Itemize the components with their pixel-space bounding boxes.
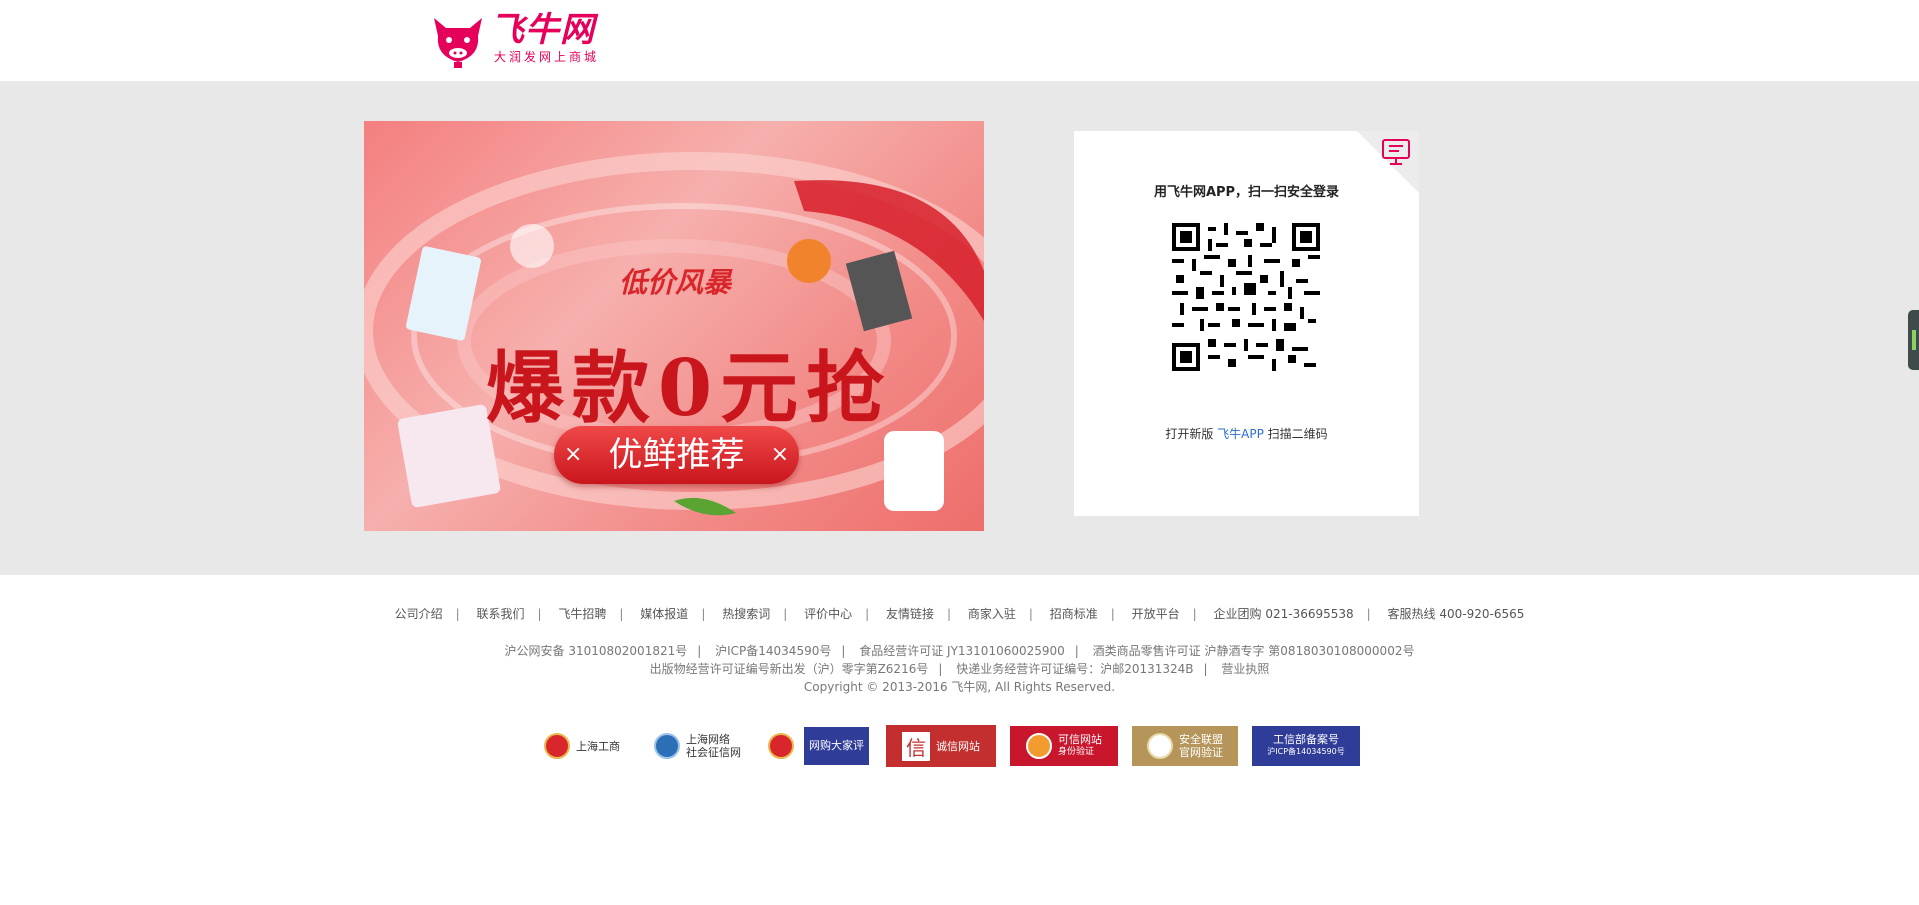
badge-net-credit-line2: 社会征信网 bbox=[686, 746, 741, 759]
badge-net-credit[interactable]: 上海网络 社会征信网 bbox=[654, 726, 754, 766]
badge-kexin-text: 可信网站 身份验证 bbox=[1058, 733, 1102, 759]
footer-link-about[interactable]: 公司介绍 bbox=[395, 605, 443, 622]
footer-link-standards[interactable]: 招商标准 bbox=[1050, 605, 1098, 622]
trust-badges: 上海工商 上海网络 社会征信网 网购大家评 信 诚信网站 可信网站 身份验证 安… bbox=[544, 725, 1374, 767]
footer-nav: 公司介绍 | 联系我们 | 飞牛招聘 | 媒体报道 | 热搜索词 | 评价中心 | 友情链接… bbox=[0, 605, 1919, 622]
business-license[interactable]: 营业执照 bbox=[1221, 662, 1269, 676]
police-emblem-icon bbox=[544, 733, 570, 759]
nav-separator: | bbox=[946, 607, 952, 621]
xin-icon: 信 bbox=[902, 731, 930, 761]
nav-separator: | bbox=[1192, 607, 1197, 621]
footer-link-reviews[interactable]: 评价中心 bbox=[804, 605, 852, 622]
nav-separator: | bbox=[537, 607, 542, 621]
close-x-icon: × bbox=[770, 442, 789, 467]
badge-shanghai-gs[interactable]: 上海工商 bbox=[544, 726, 640, 766]
qr-code-image bbox=[1172, 223, 1320, 371]
logo-slogan: 大润发网上商城 bbox=[494, 50, 600, 64]
nav-separator: | bbox=[783, 607, 788, 621]
police-record[interactable]: 沪公网安备 310108020018​21号 bbox=[505, 644, 688, 658]
site-header: 飞牛网 大润发网上商城 bbox=[0, 0, 1919, 81]
badge-gongxin-line1: 工信部备案号 bbox=[1273, 733, 1339, 746]
nav-separator: | bbox=[1110, 607, 1115, 621]
badge-shanghai-gs-label: 上海工商 bbox=[576, 740, 620, 753]
badge-chengxin-label: 诚信网站 bbox=[936, 740, 980, 753]
login-hint: 打开新版 飞牛APP 扫描二维码 bbox=[1074, 425, 1419, 442]
footer-link-contact[interactable]: 联系我们 bbox=[477, 605, 525, 622]
badge-kexin-line2: 身份验证 bbox=[1058, 747, 1095, 757]
footer-link-group-buy[interactable]: 企业团购 021-36695538 bbox=[1214, 605, 1354, 622]
nav-separator: | bbox=[701, 607, 706, 621]
side-tab-indicator bbox=[1912, 330, 1916, 350]
legal-line-1: 沪公网安备 310108020018​21号 | 沪ICP备14034590号 | … bbox=[504, 644, 1415, 658]
badge-dajiaping-label: 网购大家评 bbox=[804, 727, 869, 765]
legal-line-2: 出版物经营许可证编号新出发（沪）零字第Z6216号 | 快递业务经营许可证编号：沪… bbox=[649, 662, 1270, 676]
badge-gongxin-line2: 沪ICP备14034590号 bbox=[1267, 747, 1345, 756]
shield-icon bbox=[654, 733, 680, 759]
footer-link-hot-search[interactable]: 热搜索词 bbox=[722, 605, 770, 622]
copyright: Copyright © 2013-2016 飞牛网, All Rights Re… bbox=[803, 680, 1116, 694]
banner-cta-label: 优鲜推荐 bbox=[608, 435, 745, 475]
side-feedback-tab[interactable] bbox=[1908, 310, 1919, 370]
nav-separator: | bbox=[455, 607, 460, 621]
banner-cta-button[interactable]: × 优鲜推荐 × bbox=[554, 426, 799, 484]
icp-record[interactable]: 沪ICP备14034590号 bbox=[715, 644, 831, 658]
badge-net-credit-text: 上海网络 社会征信网 bbox=[686, 733, 741, 759]
badge-dajiaping[interactable]: 网购大家评 bbox=[768, 726, 872, 766]
courier-license[interactable]: 快递业务经营许可证编号：沪邮20131324B bbox=[956, 662, 1193, 676]
hint-suffix: 扫描二维码 bbox=[1267, 427, 1328, 441]
publication-license[interactable]: 出版物经营许可证编号新出发（沪）零字第Z6216号 bbox=[650, 662, 929, 676]
footer-link-open-platform[interactable]: 开放平台 bbox=[1132, 605, 1180, 622]
promo-banner[interactable]: 低价风暴 爆款0元抢 × 优鲜推荐 × bbox=[364, 121, 984, 531]
v-check-icon bbox=[1147, 733, 1173, 759]
liquor-license[interactable]: 酒类商品零售许可证 沪静酒专字 第0818030108000002号 bbox=[1093, 644, 1415, 658]
login-band: 低价风暴 爆款0元抢 × 优鲜推荐 × 用飞牛网APP，扫一扫安全登录 打开新版… bbox=[0, 81, 1919, 575]
banner-tagline: 低价风暴 bbox=[619, 266, 732, 299]
close-x-icon: × bbox=[564, 442, 583, 467]
footer-link-hotline[interactable]: 客服热线 400-920-6565 bbox=[1388, 605, 1525, 622]
cow-logo-icon bbox=[434, 18, 482, 68]
hint-prefix: 打开新版 bbox=[1165, 427, 1214, 441]
nav-separator: | bbox=[865, 607, 870, 621]
badge-kexin[interactable]: 可信网站 身份验证 bbox=[1010, 726, 1118, 766]
pc-monitor-icon[interactable] bbox=[1381, 137, 1411, 167]
site-footer: 公司介绍 | 联系我们 | 飞牛招聘 | 媒体报道 | 热搜索词 | 评价中心 | 友情链接… bbox=[0, 575, 1919, 767]
footer-link-jobs[interactable]: 飞牛招聘 bbox=[558, 605, 606, 622]
banner-headline: 爆款0元抢 bbox=[485, 343, 893, 434]
badge-anquan-text: 安全联盟 官网验证 bbox=[1179, 733, 1223, 759]
national-emblem-icon bbox=[768, 733, 794, 759]
food-license[interactable]: 食品经营许可证 JY13101060025900 bbox=[859, 644, 1065, 658]
badge-net-credit-line1: 上海网络 bbox=[686, 733, 730, 746]
nav-separator: | bbox=[619, 607, 624, 621]
app-link[interactable]: 飞牛APP bbox=[1217, 427, 1264, 441]
login-title: 用飞牛网APP，扫一扫安全登录 bbox=[1153, 185, 1340, 200]
badge-anquan-line2: 官网验证 bbox=[1179, 746, 1223, 759]
badge-gongxin[interactable]: 工信部备案号 沪ICP备14034590号 bbox=[1252, 726, 1360, 766]
badge-anquan-line1: 安全联盟 bbox=[1179, 733, 1223, 746]
badge-chengxin[interactable]: 信 诚信网站 bbox=[886, 725, 996, 767]
footer-link-friends[interactable]: 友情链接 bbox=[886, 605, 934, 622]
nav-separator: | bbox=[1028, 607, 1033, 621]
kexin-swirl-icon bbox=[1026, 733, 1052, 759]
footer-link-merchant[interactable]: 商家入驻 bbox=[968, 605, 1016, 622]
footer-link-press[interactable]: 媒体报道 bbox=[640, 605, 688, 622]
badge-anquan[interactable]: 安全联盟 官网验证 bbox=[1132, 726, 1238, 766]
badge-kexin-line1: 可信网站 bbox=[1058, 733, 1102, 746]
nav-separator: | bbox=[1366, 607, 1371, 621]
site-logo[interactable]: 飞牛网 大润发网上商城 bbox=[428, 10, 599, 70]
logo-name: 飞牛网 bbox=[490, 10, 595, 50]
legal-info: 沪公网安备 310108020018​21号 | 沪ICP备14034590号 | … bbox=[0, 642, 1919, 696]
qr-login-card: 用飞牛网APP，扫一扫安全登录 打开新版 飞牛APP 扫描二维码 bbox=[1074, 131, 1419, 516]
